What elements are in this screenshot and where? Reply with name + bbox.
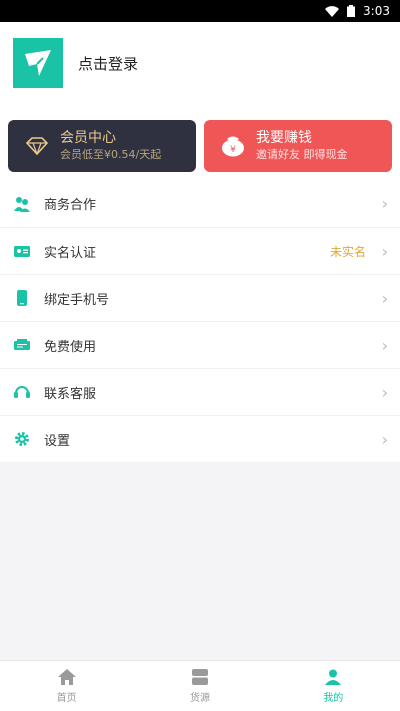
- id-card-icon: [14, 243, 30, 259]
- earn-money-card[interactable]: ¥ 我要赚钱 邀请好友 即得现金: [204, 120, 392, 172]
- promo-cards: 会员中心 会员低至¥0.54/天起 ¥ 我要赚钱 邀请好友 即得现金: [0, 104, 400, 180]
- handshake-icon: [14, 196, 30, 212]
- phone-icon: [14, 290, 30, 306]
- avatar[interactable]: [13, 38, 63, 88]
- chevron-right-icon: ›: [381, 335, 388, 355]
- menu-label: 免费使用: [44, 339, 97, 355]
- chevron-right-icon: ›: [381, 429, 388, 449]
- profile-header[interactable]: 点击登录: [0, 22, 400, 104]
- chevron-right-icon: ›: [381, 241, 388, 261]
- app-logo-icon: [25, 50, 51, 76]
- tab-supply[interactable]: 货源: [133, 661, 266, 711]
- vip-card-subtitle: 会员低至¥0.54/天起: [60, 148, 162, 161]
- menu-item-customer-service[interactable]: 联系客服 ›: [0, 368, 400, 415]
- ticket-icon: [14, 337, 30, 353]
- earn-card-title: 我要赚钱: [256, 130, 312, 146]
- menu-item-settings[interactable]: 设置 ›: [0, 415, 400, 462]
- status-bar: 3:03: [0, 0, 400, 22]
- menu-label: 联系客服: [44, 386, 97, 402]
- menu-item-free-use[interactable]: 免费使用 ›: [0, 321, 400, 368]
- verification-status: 未实名: [329, 244, 366, 259]
- gear-icon: [14, 431, 30, 447]
- battery-icon: [347, 5, 356, 17]
- earn-card-subtitle: 邀请好友 即得现金: [256, 148, 348, 161]
- chevron-right-icon: ›: [381, 288, 388, 308]
- vip-card-title: 会员中心: [60, 130, 116, 146]
- chevron-right-icon: ›: [381, 194, 388, 213]
- menu-label: 商务合作: [44, 198, 97, 213]
- vip-center-card[interactable]: 会员中心 会员低至¥0.54/天起: [8, 120, 196, 172]
- bottom-tab-bar: 首页 货源 我的: [0, 660, 400, 711]
- menu-label: 实名认证: [44, 245, 97, 261]
- menu-item-business[interactable]: 商务合作 ›: [0, 180, 400, 227]
- tab-home[interactable]: 首页: [0, 661, 133, 711]
- tab-label: 我的: [323, 692, 344, 704]
- menu-label: 绑定手机号: [44, 292, 110, 308]
- wifi-icon: [325, 5, 340, 17]
- status-time: 3:03: [363, 4, 390, 18]
- login-link[interactable]: 点击登录: [78, 53, 138, 74]
- money-bag-icon: ¥: [220, 133, 246, 159]
- box-icon: [191, 668, 208, 685]
- menu-item-verification[interactable]: 实名认证 未实名 ›: [0, 227, 400, 274]
- tab-label: 货源: [189, 692, 210, 704]
- tab-label: 首页: [56, 692, 77, 704]
- headset-icon: [14, 384, 30, 400]
- menu-label: 设置: [44, 433, 71, 449]
- tab-mine[interactable]: 我的: [267, 661, 400, 711]
- chevron-right-icon: ›: [381, 382, 388, 402]
- menu-item-bind-phone[interactable]: 绑定手机号 ›: [0, 274, 400, 321]
- user-icon: [325, 669, 342, 685]
- diamond-icon: [24, 133, 50, 159]
- svg-text:¥: ¥: [230, 145, 236, 155]
- home-icon: [57, 668, 76, 685]
- settings-menu: 商务合作 › 实名认证 未实名 › 绑定手机号 › 免费使用 › 联系客服 › …: [0, 180, 400, 462]
